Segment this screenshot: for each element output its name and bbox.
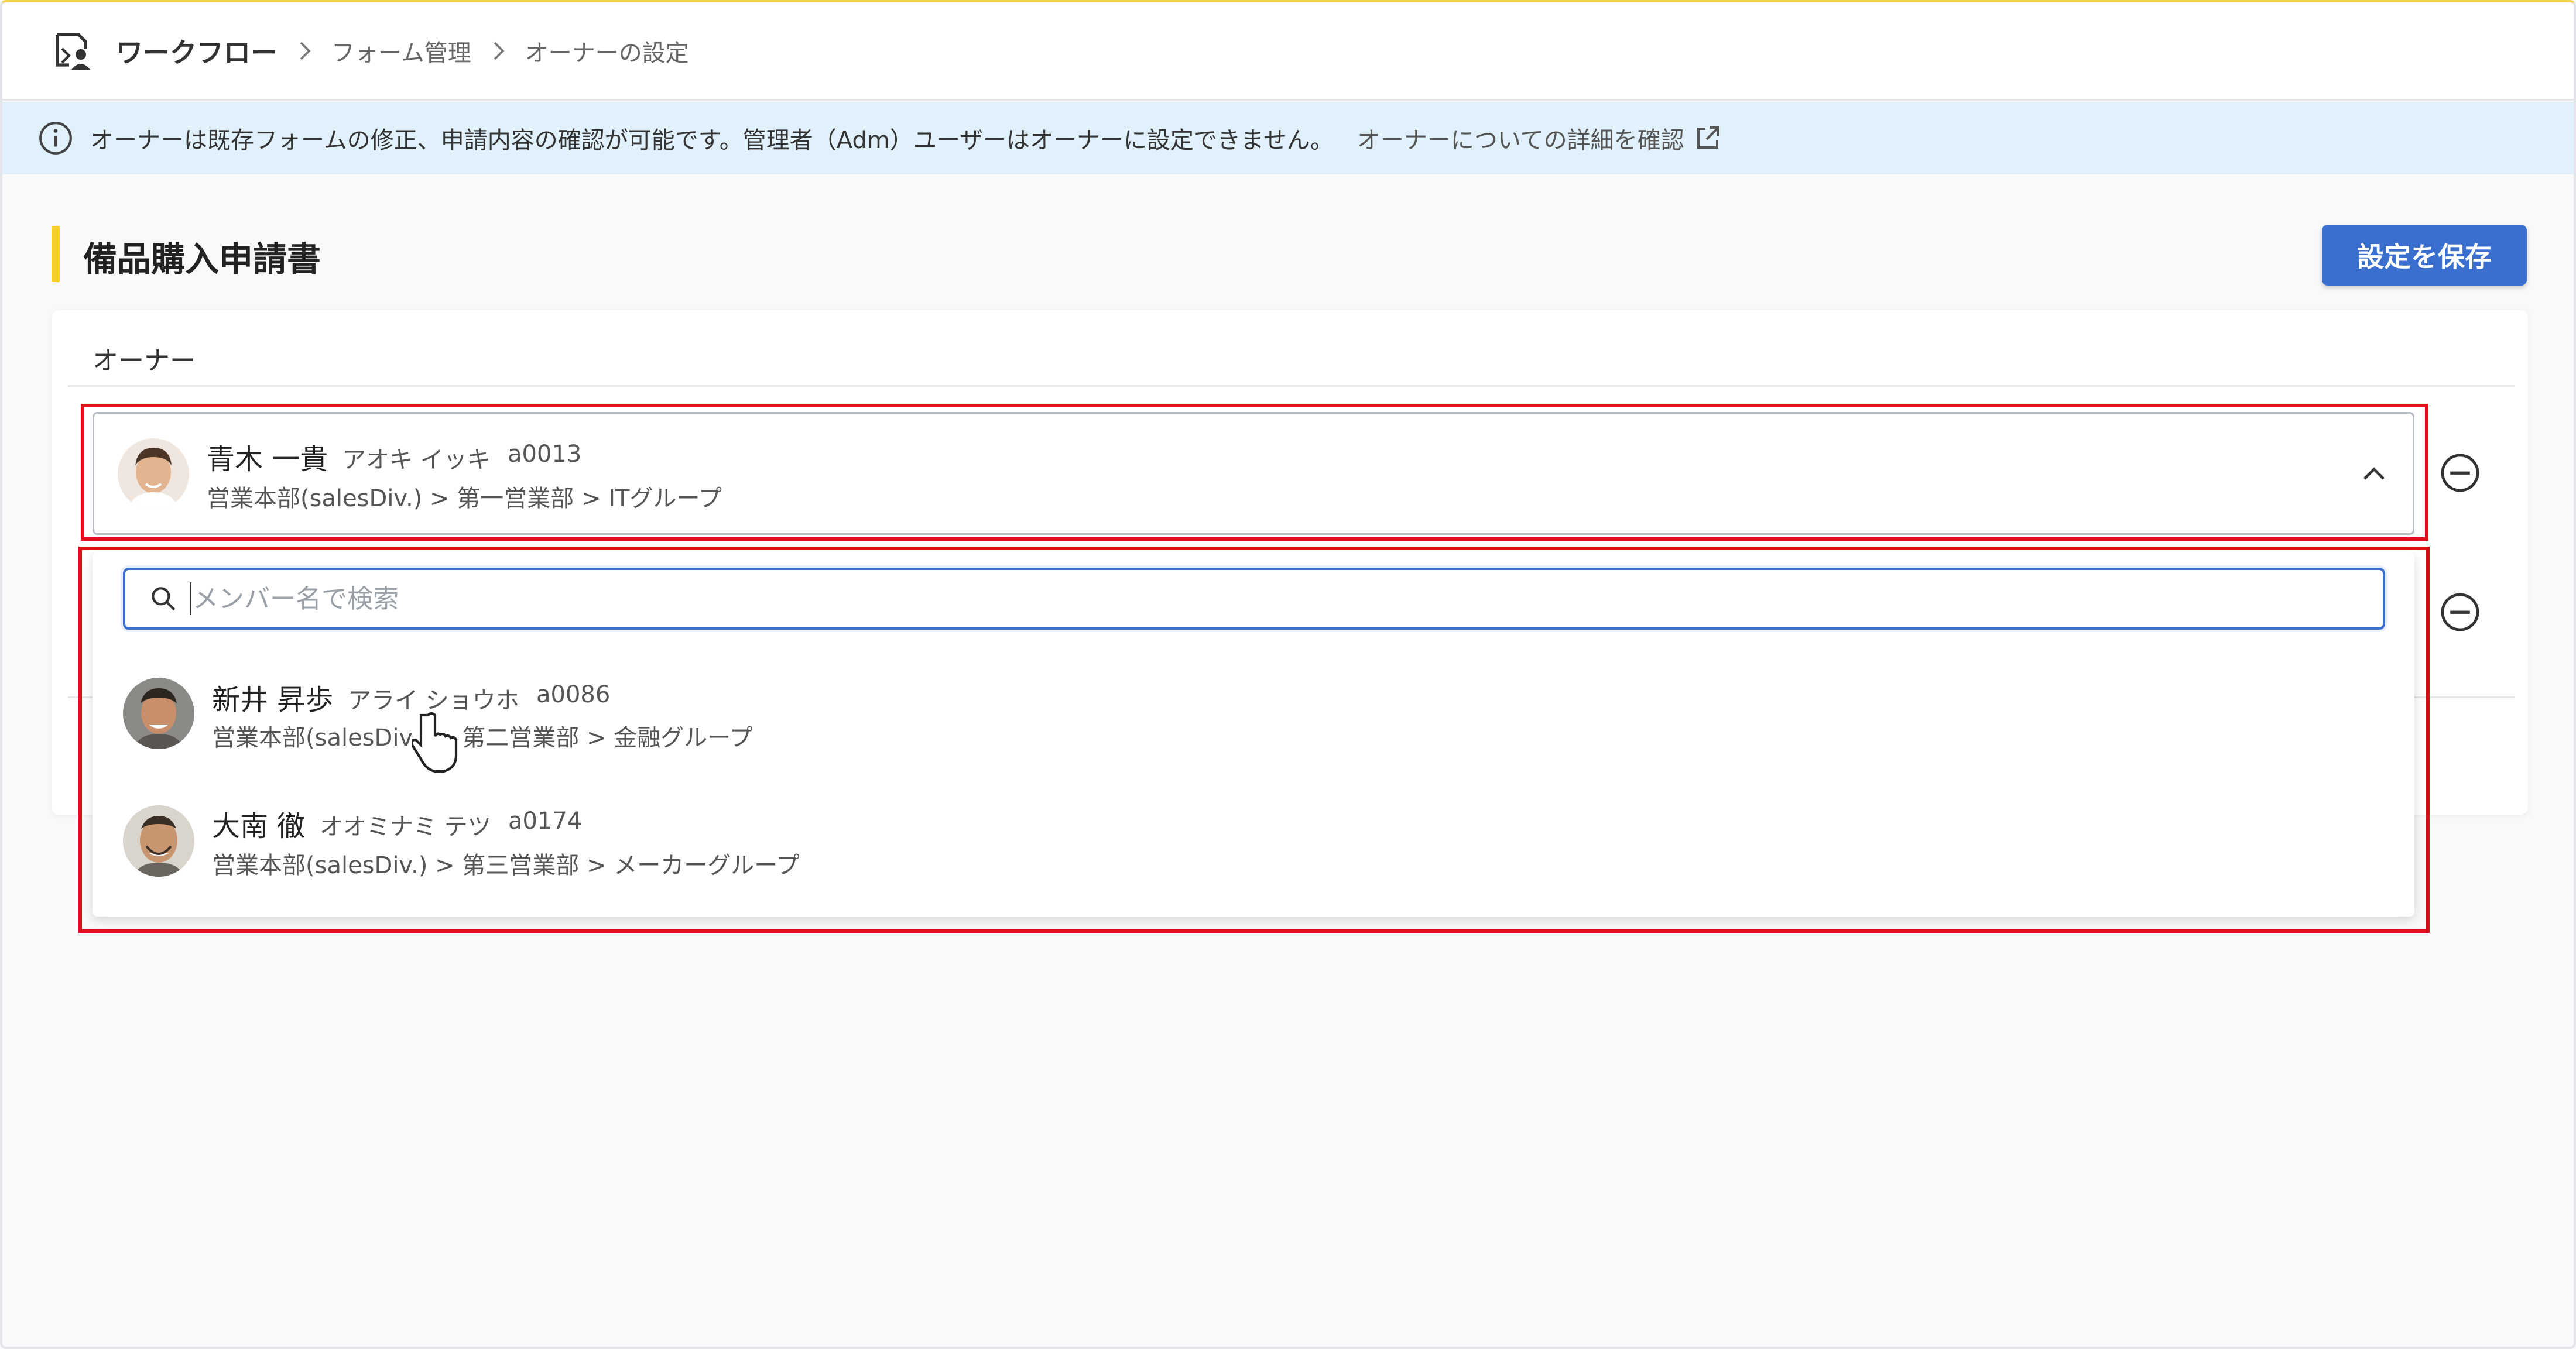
member-option[interactable]: 大南 徹 オオミナミ テツ a0174 営業本部(salesDiv.) > 第三…: [93, 781, 2414, 898]
external-link-icon[interactable]: [1694, 124, 1722, 152]
member-name: 新井 昇歩: [212, 684, 334, 716]
info-banner: オーナーは既存フォームの修正、申請内容の確認が可能です。管理者（Adm）ユーザー…: [2, 102, 2574, 174]
member-dept: 営業本部(salesDiv.) > 第二営業部 > 金融グループ: [212, 725, 753, 751]
owner-kana: アオキ イッキ: [342, 447, 491, 473]
member-kana: オオミナミ テツ: [320, 813, 491, 840]
chevron-up-icon[interactable]: [2358, 458, 2390, 491]
avatar: [123, 805, 194, 877]
owner-section-label: オーナー: [93, 346, 196, 376]
owner-select[interactable]: 青木 一貴 アオキ イッキ a0013 営業本部(salesDiv.) > 第一…: [93, 412, 2414, 535]
hand-cursor-icon: [412, 712, 458, 773]
workflow-app-icon: [56, 32, 90, 70]
owner-details-link[interactable]: オーナーについての詳細を確認: [1357, 121, 1684, 155]
breadcrumb-form-management[interactable]: フォーム管理: [331, 34, 471, 68]
breadcrumb-root[interactable]: ワークフロー: [116, 32, 278, 70]
text-caret: [190, 582, 191, 615]
member-id: a0086: [536, 681, 611, 708]
member-id: a0174: [508, 808, 583, 835]
header: ワークフロー フォーム管理 オーナーの設定: [2, 2, 2574, 101]
owner-name: 青木 一貴: [207, 443, 328, 476]
member-dept: 営業本部(salesDiv.) > 第三営業部 > メーカーグループ: [212, 852, 800, 879]
title-accent-bar: [52, 226, 60, 282]
remove-owner-icon[interactable]: [2439, 452, 2481, 494]
app-window: ワークフロー フォーム管理 オーナーの設定 オーナーは既存フォームの修正、申請内…: [0, 0, 2576, 1349]
page-title: 備品購入申請書: [83, 239, 321, 279]
info-message: オーナーは既存フォームの修正、申請内容の確認が可能です。管理者（Adm）ユーザー…: [90, 127, 1334, 154]
chevron-right-icon: [494, 42, 505, 60]
breadcrumb-owner-settings: オーナーの設定: [525, 39, 689, 67]
info-icon: [39, 122, 72, 155]
avatar: [118, 438, 189, 510]
search-icon: [152, 587, 176, 611]
divider: [68, 385, 2515, 387]
search-box[interactable]: [123, 568, 2385, 630]
remove-owner-icon[interactable]: [2439, 591, 2481, 633]
member-name: 大南 徹: [212, 810, 306, 843]
save-settings-button[interactable]: 設定を保存: [2322, 225, 2527, 286]
chevron-right-icon: [300, 42, 311, 60]
avatar: [123, 678, 194, 749]
owner-id: a0013: [508, 441, 582, 468]
owner-dept: 営業本部(salesDiv.) > 第一営業部 > ITグループ: [207, 485, 722, 512]
member-search-input[interactable]: [193, 583, 2300, 614]
